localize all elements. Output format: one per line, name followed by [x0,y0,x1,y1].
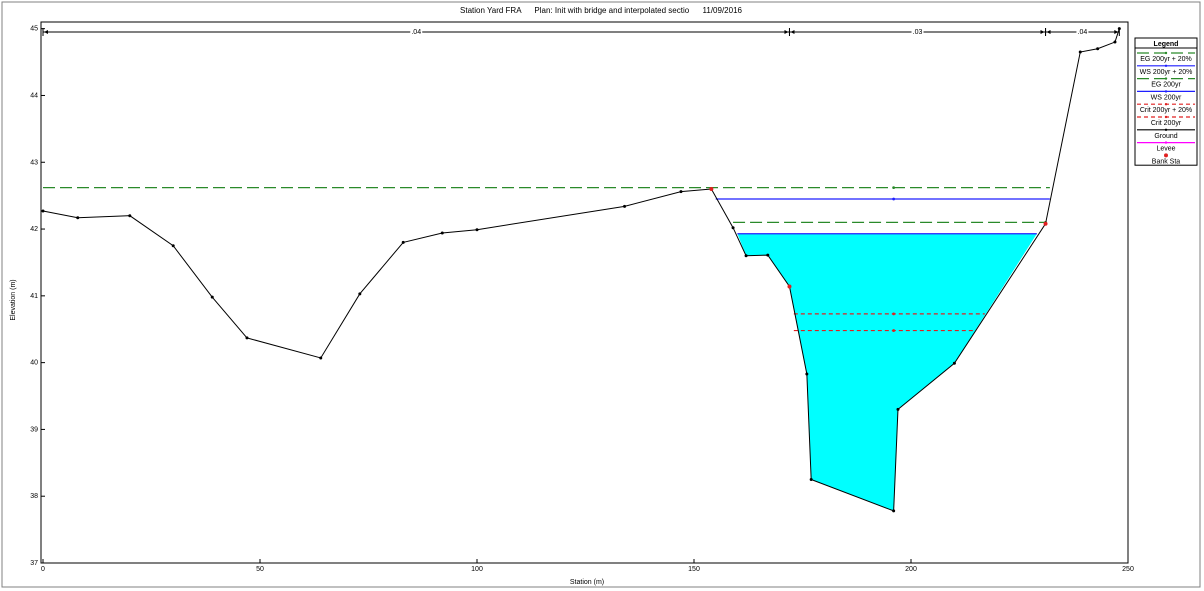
y-tick-label: 41 [30,293,38,300]
ground-point [805,372,809,376]
ground-point [766,253,770,257]
ground-point [1117,27,1121,31]
ground-point [1113,40,1117,44]
mannings-arrow [1046,30,1051,34]
y-tick-label: 42 [30,226,38,233]
bank-station-point [787,284,792,289]
y-tick-label: 38 [30,493,38,500]
ground-point [245,336,249,340]
x-tick-label: 250 [1122,566,1134,573]
legend-swatch-marker [1164,51,1168,55]
mannings-arrow [44,30,48,34]
x-tick-label: 150 [688,566,700,573]
ground-point [76,216,80,220]
x-axis-label: Station (m) [570,579,604,586]
y-axis-label: Elevation (m) [10,279,17,320]
legend-swatch-marker [1164,128,1168,131]
legend-label: EG 200yr + 20% [1140,56,1192,63]
legend-swatch-marker [1164,141,1168,144]
y-tick-label: 39 [30,426,38,433]
ground-point [1078,50,1082,54]
x-tick-label: 200 [905,566,917,573]
y-tick-label: 40 [30,360,38,367]
x-tick-label: 0 [41,566,45,573]
legend-swatch [1164,153,1168,158]
legend-label: Bank Sta [1152,158,1181,165]
y-tick-label: 37 [30,560,38,567]
ground-point [809,478,813,482]
ground-point [41,209,45,213]
bank-station-point [709,186,714,191]
legend-swatch-marker [1164,115,1168,119]
legend: Legend EG 200yr + 20% WS 200yr + 20% EG 200… [1134,37,1198,166]
ground-point [210,295,214,299]
legend-swatch-marker [1164,77,1168,80]
legend-swatch-marker [1164,64,1168,68]
legend-label: Crit 200yr [1151,120,1182,127]
y-tick-label: 44 [30,92,38,99]
ground-point [952,361,956,365]
ground-point [679,190,683,194]
ground-point [358,292,362,296]
ground-point [744,254,748,258]
outer-frame [1,1,1201,588]
ground-point [623,204,627,208]
x-tick-label: 100 [471,566,483,573]
chart-title: Station Yard FRA Plan: Init with bridge … [460,6,743,15]
ground-point [128,214,132,218]
ground-point [440,231,444,235]
mannings-label: .04 [411,29,421,36]
mannings-arrow [784,30,789,34]
legend-label: Levee [1156,146,1175,153]
ground-point [171,244,175,248]
ground-point [319,356,323,360]
y-tick-label: 43 [30,159,38,166]
legend-swatch-marker [1164,103,1168,106]
series-marker [892,312,896,316]
ground-point [475,228,479,232]
legend-label: EG 200yr [1151,82,1181,89]
mannings-arrow [1040,30,1045,34]
plot-layer: 0 50 100 150 200 250 37 38 39 40 41 42 43 44 45 .04 .03.… [30,26,1134,573]
x-tick-label: 50 [256,566,264,573]
ground-point [401,240,405,244]
series-marker [892,197,896,201]
y-tick-label: 45 [30,26,38,33]
series-marker [892,329,896,332]
ground-point [896,407,900,411]
legend-label: WS 200yr [1151,94,1182,101]
ground-point [892,509,896,513]
ground-point [731,226,735,230]
mannings-label: .03 [913,29,923,36]
ground-point [1096,47,1100,51]
mannings-arrow [790,30,795,34]
legend-swatch-marker [1164,90,1168,93]
mannings-label: .04 [1078,29,1088,36]
legend-label: Crit 200yr + 20% [1140,107,1192,114]
legend-label: WS 200yr + 20% [1140,69,1193,76]
legend-label: Ground [1154,133,1177,140]
bank-station-point [1043,221,1048,226]
series-marker [892,186,896,190]
legend-title: Legend [1154,41,1179,48]
cross-section-chart: Station Yard FRA Plan: Init with bridge … [1,1,1201,588]
